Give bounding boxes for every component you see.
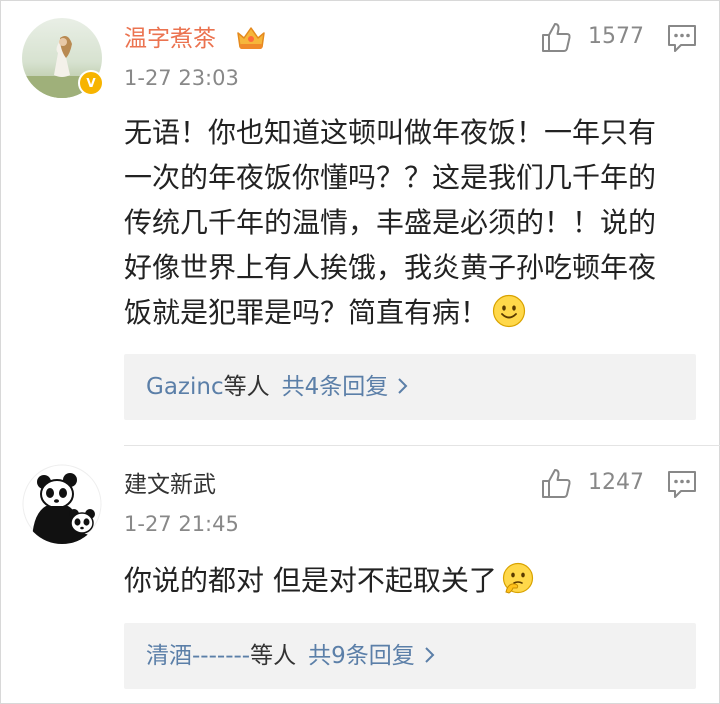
reply-count-link[interactable]: 共4条回复 [282,374,389,400]
like-count: 1577 [588,24,644,49]
crown-icon [237,27,265,49]
reply-author-link[interactable]: 清酒------- [146,643,250,669]
replies-preview[interactable]: Gazinc等人 共4条回复 [124,354,696,420]
replies-preview[interactable]: 清酒-------等人 共9条回复 [124,623,696,689]
like-count: 1247 [588,470,644,495]
thumbs-up-icon[interactable] [540,466,574,500]
comment-line: 一次的年夜饭你懂吗？？这是我们几千年的 [124,161,657,194]
reply-suffix: 等人 [250,643,297,669]
comment-line-text: 你说的都对 但是对不起取关了 [124,564,497,597]
username[interactable]: 建文新武 [124,468,216,502]
comment-body: 你说的都对 但是对不起取关了 [124,558,704,603]
smile-emoji-icon [492,294,526,328]
comment-item: V 温字煮茶 1-27 23:03 1577 无语！你也知道这顿叫做年夜饭！一年… [0,0,720,446]
comment-icon[interactable] [666,468,698,500]
comment-line-last: 你说的都对 但是对不起取关了 [124,558,704,603]
comment-body: 无语！你也知道这顿叫做年夜饭！一年只有 一次的年夜饭你懂吗？？这是我们几千年的 … [124,110,704,335]
comment-line-last: 饭就是犯罪是吗？简直有病！ [124,290,704,335]
thinking-emoji-icon [502,562,534,594]
verified-badge: V [78,70,104,96]
chevron-right-icon [425,647,435,663]
replies-summary[interactable]: 清酒-------等人 共9条回复 [146,623,437,689]
comment-line-text: 饭就是犯罪是吗？简直有病！ [124,296,489,329]
timestamp: 1-27 21:45 [124,512,239,536]
comment-icon[interactable] [666,22,698,54]
timestamp: 1-27 23:03 [124,66,239,90]
chevron-right-icon [398,378,408,394]
reply-author-link[interactable]: Gazinc [146,374,224,400]
comment-line: 无语！你也知道这顿叫做年夜饭！一年只有 [124,116,657,149]
reply-suffix: 等人 [223,374,270,400]
avatar[interactable] [22,464,102,544]
replies-summary[interactable]: Gazinc等人 共4条回复 [146,354,410,420]
comment-item: 建文新武 1-27 21:45 1247 你说的都对 但是对不起取关了 清酒--… [0,446,720,704]
comment-line: 好像世界上有人挨饿，我炎黄子孙吃顿年夜 [124,251,657,284]
thumbs-up-icon[interactable] [540,20,574,54]
comment-line: 传统几千年的温情，丰盛是必须的！！说的 [124,206,657,239]
reply-count-link[interactable]: 共9条回复 [308,643,415,669]
username[interactable]: 温字煮茶 [124,22,216,56]
